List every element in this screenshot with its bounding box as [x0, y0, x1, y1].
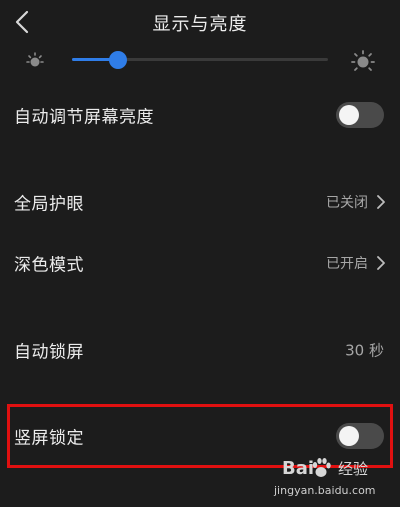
page-title: 显示与亮度 — [152, 14, 248, 35]
paw-icon — [312, 458, 331, 477]
eye-protection-label: 全局护眼 — [14, 194, 84, 215]
chevron-right-icon — [377, 195, 385, 209]
row-dark-mode[interactable]: 深色模式 已开启 — [0, 235, 400, 291]
row-eye-protection[interactable]: 全局护眼 已关闭 — [0, 174, 400, 230]
display-brightness-screen: 显示与亮度 自动调节屏幕亮度 全局护眼 已关闭 深色模式 已开启 自动锁屏 30… — [0, 0, 400, 507]
brightness-slider-thumb[interactable] — [109, 51, 128, 69]
auto-brightness-label: 自动调节屏幕亮度 — [14, 107, 154, 128]
watermark-url: jingyan.baidu.com — [274, 484, 376, 497]
chevron-right-icon — [377, 256, 385, 270]
auto-lock-label: 自动锁屏 — [14, 342, 84, 363]
dark-mode-status: 已开启 — [326, 256, 368, 272]
baidu-jingyan-watermark: Bai 经验 jingyan.baidu.com — [270, 454, 400, 504]
brightness-slider[interactable] — [72, 51, 328, 69]
row-auto-lock[interactable]: 自动锁屏 30 秒 — [0, 322, 400, 378]
brightness-slider-row — [0, 46, 400, 74]
sun-large-icon — [351, 50, 375, 71]
auto-lock-value: 30 秒 — [345, 341, 384, 360]
eye-protection-status: 已关闭 — [326, 195, 368, 211]
dark-mode-label: 深色模式 — [14, 255, 84, 276]
toggle-knob — [339, 105, 359, 125]
row-auto-brightness[interactable]: 自动调节屏幕亮度 — [0, 87, 400, 143]
sun-small-icon — [26, 52, 44, 67]
header: 显示与亮度 — [0, 0, 400, 44]
auto-brightness-toggle[interactable] — [336, 102, 384, 128]
